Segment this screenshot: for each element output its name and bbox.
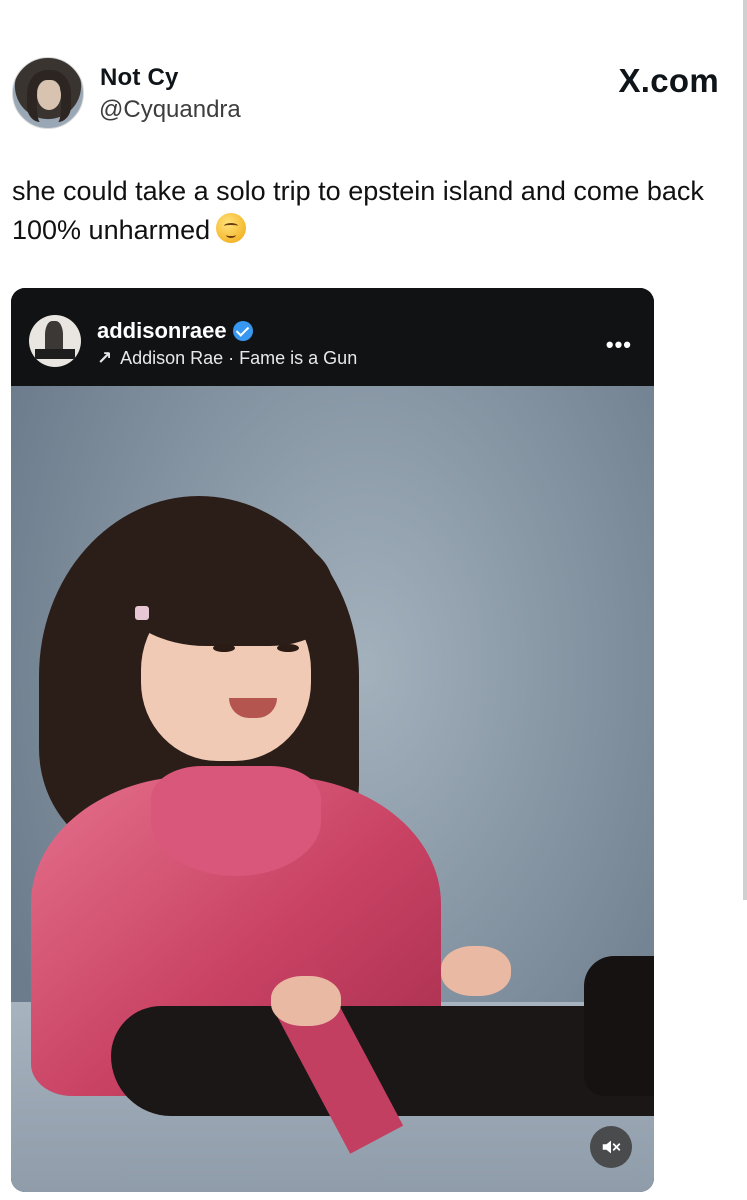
photo-boot <box>584 956 654 1096</box>
photo-hand-left <box>271 976 341 1026</box>
verified-badge-icon <box>232 321 253 341</box>
photo-collar <box>151 766 321 876</box>
avatar-face <box>37 80 61 110</box>
woozy-face-emoji-icon <box>216 213 247 243</box>
embedded-post-header: addisonraee ↗ Addison Rae · Fame is a Gun… <box>11 288 654 386</box>
photo-eye-right <box>277 644 299 652</box>
embedded-audio-text: Addison Rae · Fame is a Gun <box>120 348 358 368</box>
tweet-text: she could take a solo trip to epstein is… <box>12 172 712 250</box>
more-options-icon[interactable]: ••• <box>606 332 632 358</box>
embedded-username[interactable]: addisonraee <box>97 318 253 344</box>
mute-button[interactable] <box>590 1126 632 1168</box>
author-display-name[interactable]: Not Cy <box>100 64 179 92</box>
tweet: Not Cy @Cyquandra X.com she could take a… <box>0 0 747 1200</box>
embedded-avatar[interactable] <box>29 315 81 367</box>
photo-bangs <box>123 526 333 646</box>
embedded-username-text: addisonraee <box>97 318 227 343</box>
author-handle[interactable]: @Cyquandra <box>99 96 241 124</box>
speaker-muted-icon <box>602 1140 621 1154</box>
photo-hair-clip <box>135 606 149 620</box>
tweet-text-body: she could take a solo trip to epstein is… <box>12 176 704 245</box>
author-avatar[interactable] <box>12 57 84 129</box>
trending-arrow-icon: ↗ <box>97 348 113 368</box>
site-label: X.com <box>618 62 719 99</box>
photo-eye-left <box>213 644 235 652</box>
embedded-audio-line[interactable]: ↗ Addison Rae · Fame is a Gun <box>97 348 357 369</box>
embedded-photo[interactable] <box>11 386 654 1192</box>
scrollbar[interactable] <box>743 0 747 900</box>
photo-hand-right <box>441 946 511 996</box>
embedded-post-card[interactable]: addisonraee ↗ Addison Rae · Fame is a Gun… <box>11 288 654 1192</box>
